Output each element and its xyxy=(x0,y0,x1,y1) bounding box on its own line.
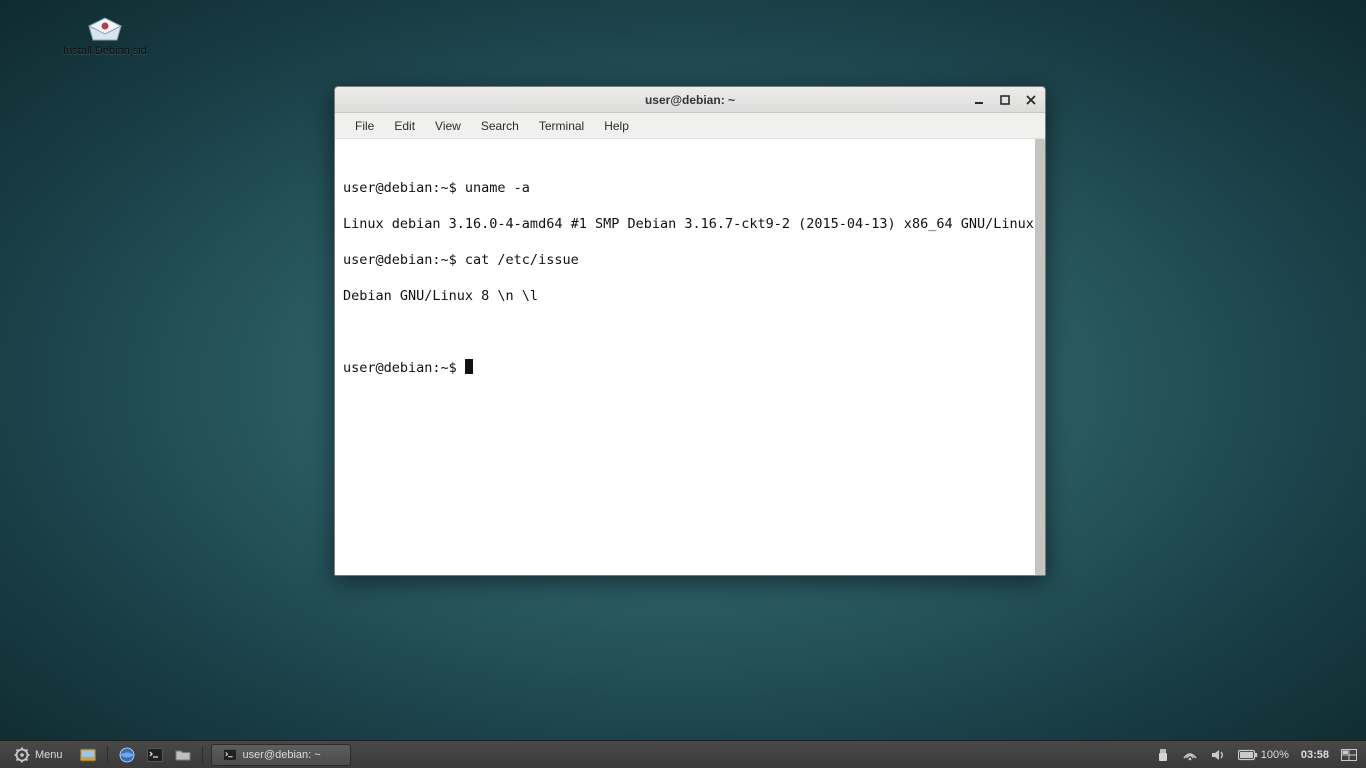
show-desktop-button[interactable] xyxy=(77,745,99,765)
terminal-cursor xyxy=(465,359,473,374)
terminal-line: user@debian:~$ cat /etc/issue xyxy=(343,252,579,268)
start-menu-button[interactable]: Menu xyxy=(6,745,71,765)
menu-file[interactable]: File xyxy=(345,115,384,137)
menu-view[interactable]: View xyxy=(425,115,471,137)
tray-workspace-icon[interactable] xyxy=(1338,747,1360,763)
battery-percent: 100% xyxy=(1261,749,1289,761)
terminal-area[interactable]: user@debian:~$ uname -a Linux debian 3.1… xyxy=(335,139,1045,575)
start-menu-label: Menu xyxy=(35,749,63,761)
terminal-window: user@debian: ~ File Edit View Search Ter… xyxy=(334,86,1046,576)
quicklaunch-terminal[interactable] xyxy=(144,745,166,765)
window-controls xyxy=(971,87,1039,112)
menu-edit[interactable]: Edit xyxy=(384,115,425,137)
taskbar-separator xyxy=(107,746,108,764)
tray-volume-icon[interactable] xyxy=(1207,746,1229,764)
installer-icon xyxy=(85,14,125,42)
globe-icon xyxy=(119,747,135,763)
terminal-icon xyxy=(222,747,238,763)
taskbar-task-terminal[interactable]: user@debian: ~ xyxy=(211,744,351,766)
taskbar-separator xyxy=(202,746,203,764)
tray-clock[interactable]: 03:58 xyxy=(1298,747,1332,763)
terminal-line: Debian GNU/Linux 8 \n \l xyxy=(343,288,538,304)
battery-icon xyxy=(1238,749,1258,761)
terminal-menubar: File Edit View Search Terminal Help xyxy=(335,113,1045,139)
gear-icon xyxy=(14,747,30,763)
window-title: user@debian: ~ xyxy=(645,93,735,107)
desktop-background: Install Debian sid user@debian: ~ File E… xyxy=(0,0,1366,768)
quicklaunch-files[interactable] xyxy=(172,745,194,765)
tray-network-icon[interactable] xyxy=(1179,746,1201,764)
minimize-button[interactable] xyxy=(971,92,987,108)
clock-label: 03:58 xyxy=(1301,749,1329,761)
terminal-line: Linux debian 3.16.0-4-amd64 #1 SMP Debia… xyxy=(343,216,1034,232)
terminal-icon xyxy=(147,747,163,763)
desktop-icon-install-debian[interactable]: Install Debian sid xyxy=(60,14,150,58)
maximize-button[interactable] xyxy=(997,92,1013,108)
terminal-scrollbar-track[interactable] xyxy=(1035,139,1045,575)
tray-battery[interactable]: 100% xyxy=(1235,747,1292,763)
desktop-icon-label: Install Debian sid xyxy=(61,44,149,58)
tray-usb-icon[interactable] xyxy=(1153,746,1173,764)
menu-terminal[interactable]: Terminal xyxy=(529,115,594,137)
window-titlebar[interactable]: user@debian: ~ xyxy=(335,87,1045,113)
desktop-icon xyxy=(80,747,96,763)
close-button[interactable] xyxy=(1023,92,1039,108)
menu-search[interactable]: Search xyxy=(471,115,529,137)
terminal-scrollbar-thumb[interactable] xyxy=(1035,139,1045,575)
taskbar: Menu xyxy=(0,740,1366,768)
taskbar-task-label: user@debian: ~ xyxy=(243,749,321,761)
folder-icon xyxy=(175,747,191,763)
terminal-line: user@debian:~$ uname -a xyxy=(343,180,530,196)
quicklaunch-browser[interactable] xyxy=(116,745,138,765)
menu-help[interactable]: Help xyxy=(594,115,639,137)
terminal-prompt: user@debian:~$ xyxy=(343,360,465,376)
